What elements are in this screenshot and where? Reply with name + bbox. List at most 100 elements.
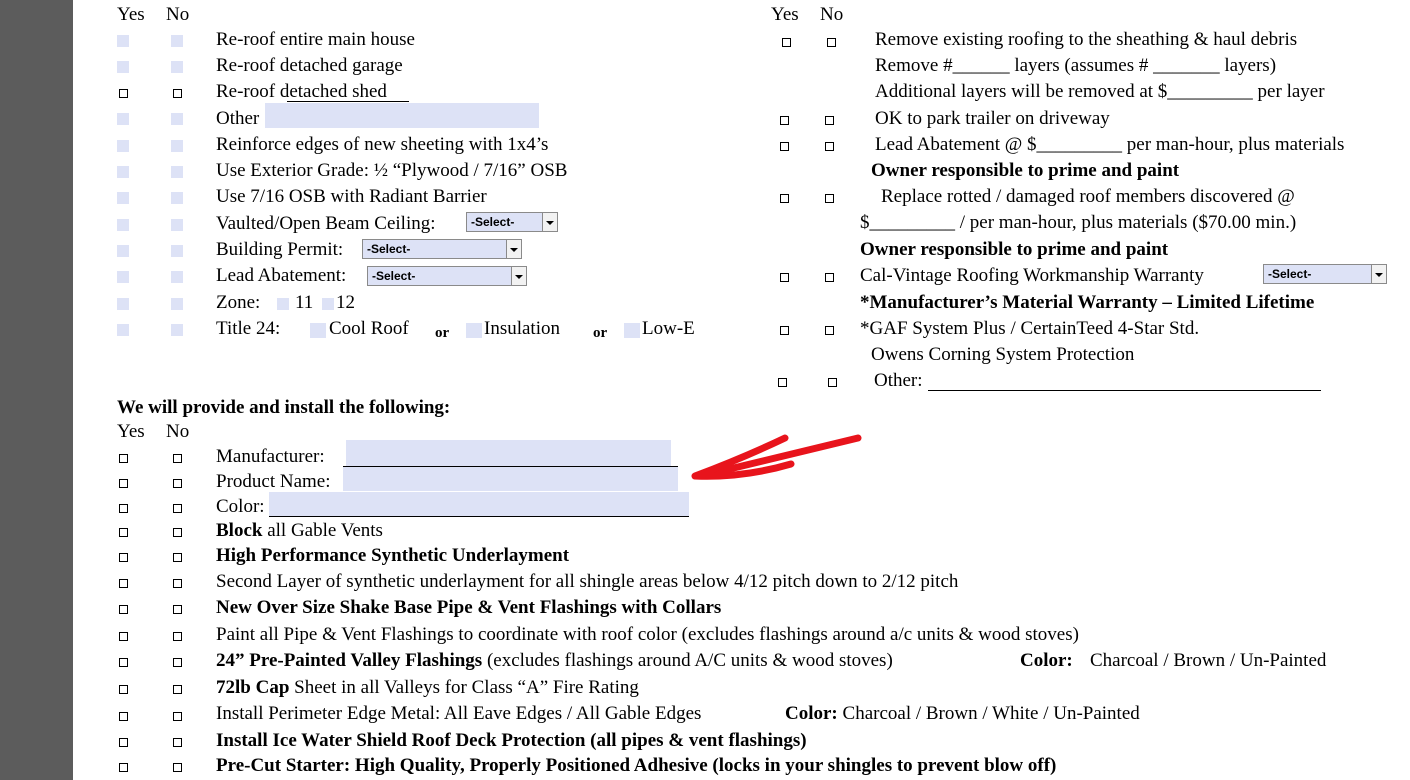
yes-checkbox[interactable]	[117, 245, 129, 257]
chevron-down-icon	[1371, 265, 1386, 283]
item-label: Title 24:	[216, 318, 281, 339]
lead-abatement-select[interactable]: -Select-	[367, 266, 527, 286]
no-checkbox[interactable]	[173, 454, 182, 463]
zone-11-checkbox[interactable]	[277, 298, 289, 310]
edge-color-options: Charcoal / Brown / White / Un-Painted	[837, 703, 1140, 724]
no-checkbox[interactable]	[173, 504, 182, 513]
owens-corning-label: Owens Corning System Protection	[871, 344, 1135, 365]
no-checkbox[interactable]	[827, 38, 836, 47]
zone-12-checkbox[interactable]	[322, 298, 334, 310]
no-checkbox[interactable]	[171, 192, 183, 204]
additional-layers-label: Additional layers will be removed at $__…	[875, 81, 1325, 102]
no-checkbox[interactable]	[173, 632, 182, 641]
yes-checkbox[interactable]	[119, 632, 128, 641]
no-checkbox[interactable]	[825, 326, 834, 335]
no-checkbox[interactable]	[173, 685, 182, 694]
vaulted-ceiling-select[interactable]: -Select-	[466, 212, 558, 232]
yes-checkbox[interactable]	[119, 454, 128, 463]
no-checkbox[interactable]	[173, 479, 182, 488]
park-trailer-label: OK to park trailer on driveway	[875, 108, 1110, 129]
yes-checkbox[interactable]	[119, 553, 128, 562]
yes-checkbox[interactable]	[119, 738, 128, 747]
no-checkbox[interactable]	[171, 35, 183, 47]
underline	[269, 516, 689, 517]
yes-checkbox[interactable]	[117, 192, 129, 204]
insulation-checkbox[interactable]	[466, 323, 482, 338]
no-checkbox[interactable]	[173, 605, 182, 614]
product-name-field[interactable]	[343, 467, 678, 491]
yes-checkbox[interactable]	[117, 166, 129, 178]
yes-checkbox[interactable]	[780, 116, 789, 125]
item-label: Vaulted/Open Beam Ceiling:	[216, 213, 436, 234]
valley-color-options: Charcoal / Brown / Un-Painted	[1090, 650, 1327, 671]
yes-checkbox[interactable]	[780, 273, 789, 282]
edge-color-label: Color:	[785, 703, 838, 724]
no-checkbox[interactable]	[173, 89, 182, 98]
no-checkbox[interactable]	[173, 528, 182, 537]
yes-checkbox[interactable]	[119, 605, 128, 614]
other-label: Other:	[874, 370, 923, 391]
or-label: or	[593, 325, 608, 341]
warranty-select[interactable]: -Select-	[1263, 264, 1387, 284]
yes-checkbox[interactable]	[117, 219, 129, 231]
no-checkbox[interactable]	[173, 712, 182, 721]
yes-checkbox[interactable]	[119, 528, 128, 537]
right-yes-header: Yes	[771, 4, 799, 25]
item-label: Other	[216, 108, 260, 129]
no-checkbox[interactable]	[825, 194, 834, 203]
manufacturer-label: Manufacturer:	[216, 446, 325, 467]
left-no-header: No	[166, 4, 190, 25]
yes-checkbox[interactable]	[780, 142, 789, 151]
yes-checkbox[interactable]	[119, 658, 128, 667]
no-checkbox[interactable]	[171, 166, 183, 178]
yes-checkbox[interactable]	[117, 324, 129, 336]
yes-checkbox[interactable]	[778, 378, 787, 387]
no-checkbox[interactable]	[171, 61, 183, 73]
no-checkbox[interactable]	[828, 378, 837, 387]
yes-checkbox[interactable]	[119, 89, 128, 98]
low-e-checkbox[interactable]	[624, 323, 640, 338]
yes-checkbox[interactable]	[117, 271, 129, 283]
no-checkbox[interactable]	[173, 658, 182, 667]
block-gable-label: Block all Gable Vents	[216, 520, 383, 542]
yes-checkbox[interactable]	[119, 479, 128, 488]
no-checkbox[interactable]	[173, 553, 182, 562]
other-underline	[928, 390, 1321, 391]
item-label: Re-roof entire main house	[216, 29, 415, 50]
item-label: Building Permit:	[216, 239, 344, 260]
yes-checkbox[interactable]	[117, 113, 129, 125]
no-checkbox[interactable]	[171, 219, 183, 231]
yes-checkbox[interactable]	[117, 140, 129, 152]
building-permit-select[interactable]: -Select-	[362, 239, 522, 259]
no-checkbox[interactable]	[173, 763, 182, 772]
no-checkbox[interactable]	[171, 271, 183, 283]
no-checkbox[interactable]	[171, 298, 183, 310]
no-checkbox[interactable]	[173, 738, 182, 747]
yes-checkbox[interactable]	[117, 298, 129, 310]
no-checkbox[interactable]	[173, 579, 182, 588]
manufacturer-field[interactable]	[346, 440, 671, 466]
valley-color-label: Color:	[1020, 650, 1073, 671]
no-checkbox[interactable]	[825, 116, 834, 125]
no-checkbox[interactable]	[825, 273, 834, 282]
color-field[interactable]	[269, 492, 689, 516]
yes-checkbox[interactable]	[119, 504, 128, 513]
yes-checkbox[interactable]	[780, 326, 789, 335]
yes-checkbox[interactable]	[119, 712, 128, 721]
yes-checkbox[interactable]	[119, 763, 128, 772]
no-checkbox[interactable]	[171, 245, 183, 257]
yes-checkbox[interactable]	[780, 194, 789, 203]
yes-checkbox[interactable]	[119, 579, 128, 588]
cool-roof-checkbox[interactable]	[310, 323, 326, 338]
remove-existing-label: Remove existing roofing to the sheathing…	[875, 29, 1298, 50]
no-checkbox[interactable]	[825, 142, 834, 151]
yes-checkbox[interactable]	[782, 38, 791, 47]
other-text-field[interactable]	[265, 103, 539, 128]
no-checkbox[interactable]	[171, 140, 183, 152]
remove-layers-label: Remove #______ layers (assumes # _______…	[875, 55, 1277, 76]
yes-checkbox[interactable]	[117, 35, 129, 47]
yes-checkbox[interactable]	[119, 685, 128, 694]
yes-checkbox[interactable]	[117, 61, 129, 73]
no-checkbox[interactable]	[171, 113, 183, 125]
no-checkbox[interactable]	[171, 324, 183, 336]
